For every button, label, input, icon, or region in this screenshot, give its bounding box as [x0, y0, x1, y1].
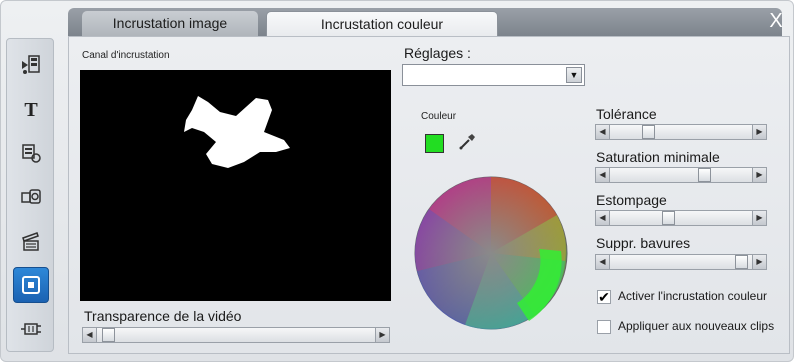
camera-icon	[21, 189, 41, 204]
remove-fringes-slider[interactable]: ◀ ▶	[595, 254, 767, 270]
color-label: Couleur	[421, 111, 457, 122]
effects-tool-button[interactable]	[13, 135, 49, 171]
preview-canvas	[80, 70, 391, 301]
slider-right-arrow-icon[interactable]: ▶	[752, 255, 766, 269]
blur-slider[interactable]: ◀ ▶	[595, 210, 767, 226]
slider-thumb[interactable]	[662, 211, 675, 225]
overlay-tool-button[interactable]	[13, 267, 49, 303]
slider-right-arrow-icon[interactable]: ▶	[375, 328, 389, 342]
tab-incrustation-couleur[interactable]: Incrustation couleur	[266, 11, 498, 36]
title-text-icon: T	[24, 99, 38, 121]
color-swatch[interactable]	[425, 134, 444, 153]
dropdown-arrow-icon[interactable]: ▼	[566, 67, 582, 83]
tab-strip: Incrustation image Incrustation couleur …	[68, 8, 783, 36]
transitions-tool-button[interactable]	[13, 47, 49, 83]
eyedropper-icon[interactable]	[457, 131, 477, 151]
airplane-silhouette	[184, 96, 290, 168]
slider-right-arrow-icon[interactable]: ▶	[752, 168, 766, 182]
remove-fringes-label: Suppr. bavures	[596, 235, 691, 251]
color-wheel[interactable]	[413, 175, 569, 331]
clapperboard-tool-button[interactable]	[13, 223, 49, 259]
apply-new-clips-checkbox[interactable]	[597, 320, 611, 334]
left-toolbar: T	[6, 38, 54, 352]
enable-chroma-label: Activer l'incrustation couleur	[618, 289, 768, 303]
slider-left-arrow-icon[interactable]: ◀	[596, 168, 610, 182]
slider-thumb[interactable]	[642, 125, 655, 139]
apply-new-clips-label: Appliquer aux nouveaux clips	[618, 319, 775, 333]
effects-icon	[22, 144, 41, 163]
settings-dropdown[interactable]: ▼	[402, 64, 585, 86]
close-button[interactable]: X	[764, 9, 788, 33]
transitions-icon	[22, 55, 40, 74]
slider-left-arrow-icon[interactable]: ◀	[83, 328, 97, 342]
overlay-icon	[22, 276, 40, 294]
plugin-icon	[21, 323, 41, 335]
enable-chroma-checkbox[interactable]: ✔	[597, 290, 611, 304]
slider-right-arrow-icon[interactable]: ▶	[752, 211, 766, 225]
video-transparency-slider[interactable]: ◀ ▶	[82, 327, 390, 343]
preview-label: Canal d'incrustation	[82, 50, 170, 61]
slider-left-arrow-icon[interactable]: ◀	[596, 125, 610, 139]
slider-thumb[interactable]	[102, 328, 115, 342]
slider-thumb[interactable]	[735, 255, 748, 269]
plugin-tool-button[interactable]	[13, 311, 49, 347]
svg-text:T: T	[24, 99, 38, 121]
tolerance-label: Tolérance	[596, 106, 657, 122]
blur-label: Estompage	[596, 192, 667, 208]
slider-left-arrow-icon[interactable]: ◀	[596, 255, 610, 269]
settings-label: Réglages :	[404, 45, 471, 61]
video-transparency-label: Transparence de la vidéo	[84, 308, 242, 324]
camera-tool-button[interactable]	[13, 179, 49, 215]
clapperboard-icon	[22, 232, 39, 251]
slider-left-arrow-icon[interactable]: ◀	[596, 211, 610, 225]
title-tool-button[interactable]: T	[13, 91, 49, 127]
slider-right-arrow-icon[interactable]: ▶	[752, 125, 766, 139]
min-saturation-label: Saturation minimale	[596, 149, 720, 165]
tolerance-slider[interactable]: ◀ ▶	[595, 124, 767, 140]
tab-incrustation-image[interactable]: Incrustation image	[82, 11, 258, 36]
min-saturation-slider[interactable]: ◀ ▶	[595, 167, 767, 183]
slider-thumb[interactable]	[698, 168, 711, 182]
